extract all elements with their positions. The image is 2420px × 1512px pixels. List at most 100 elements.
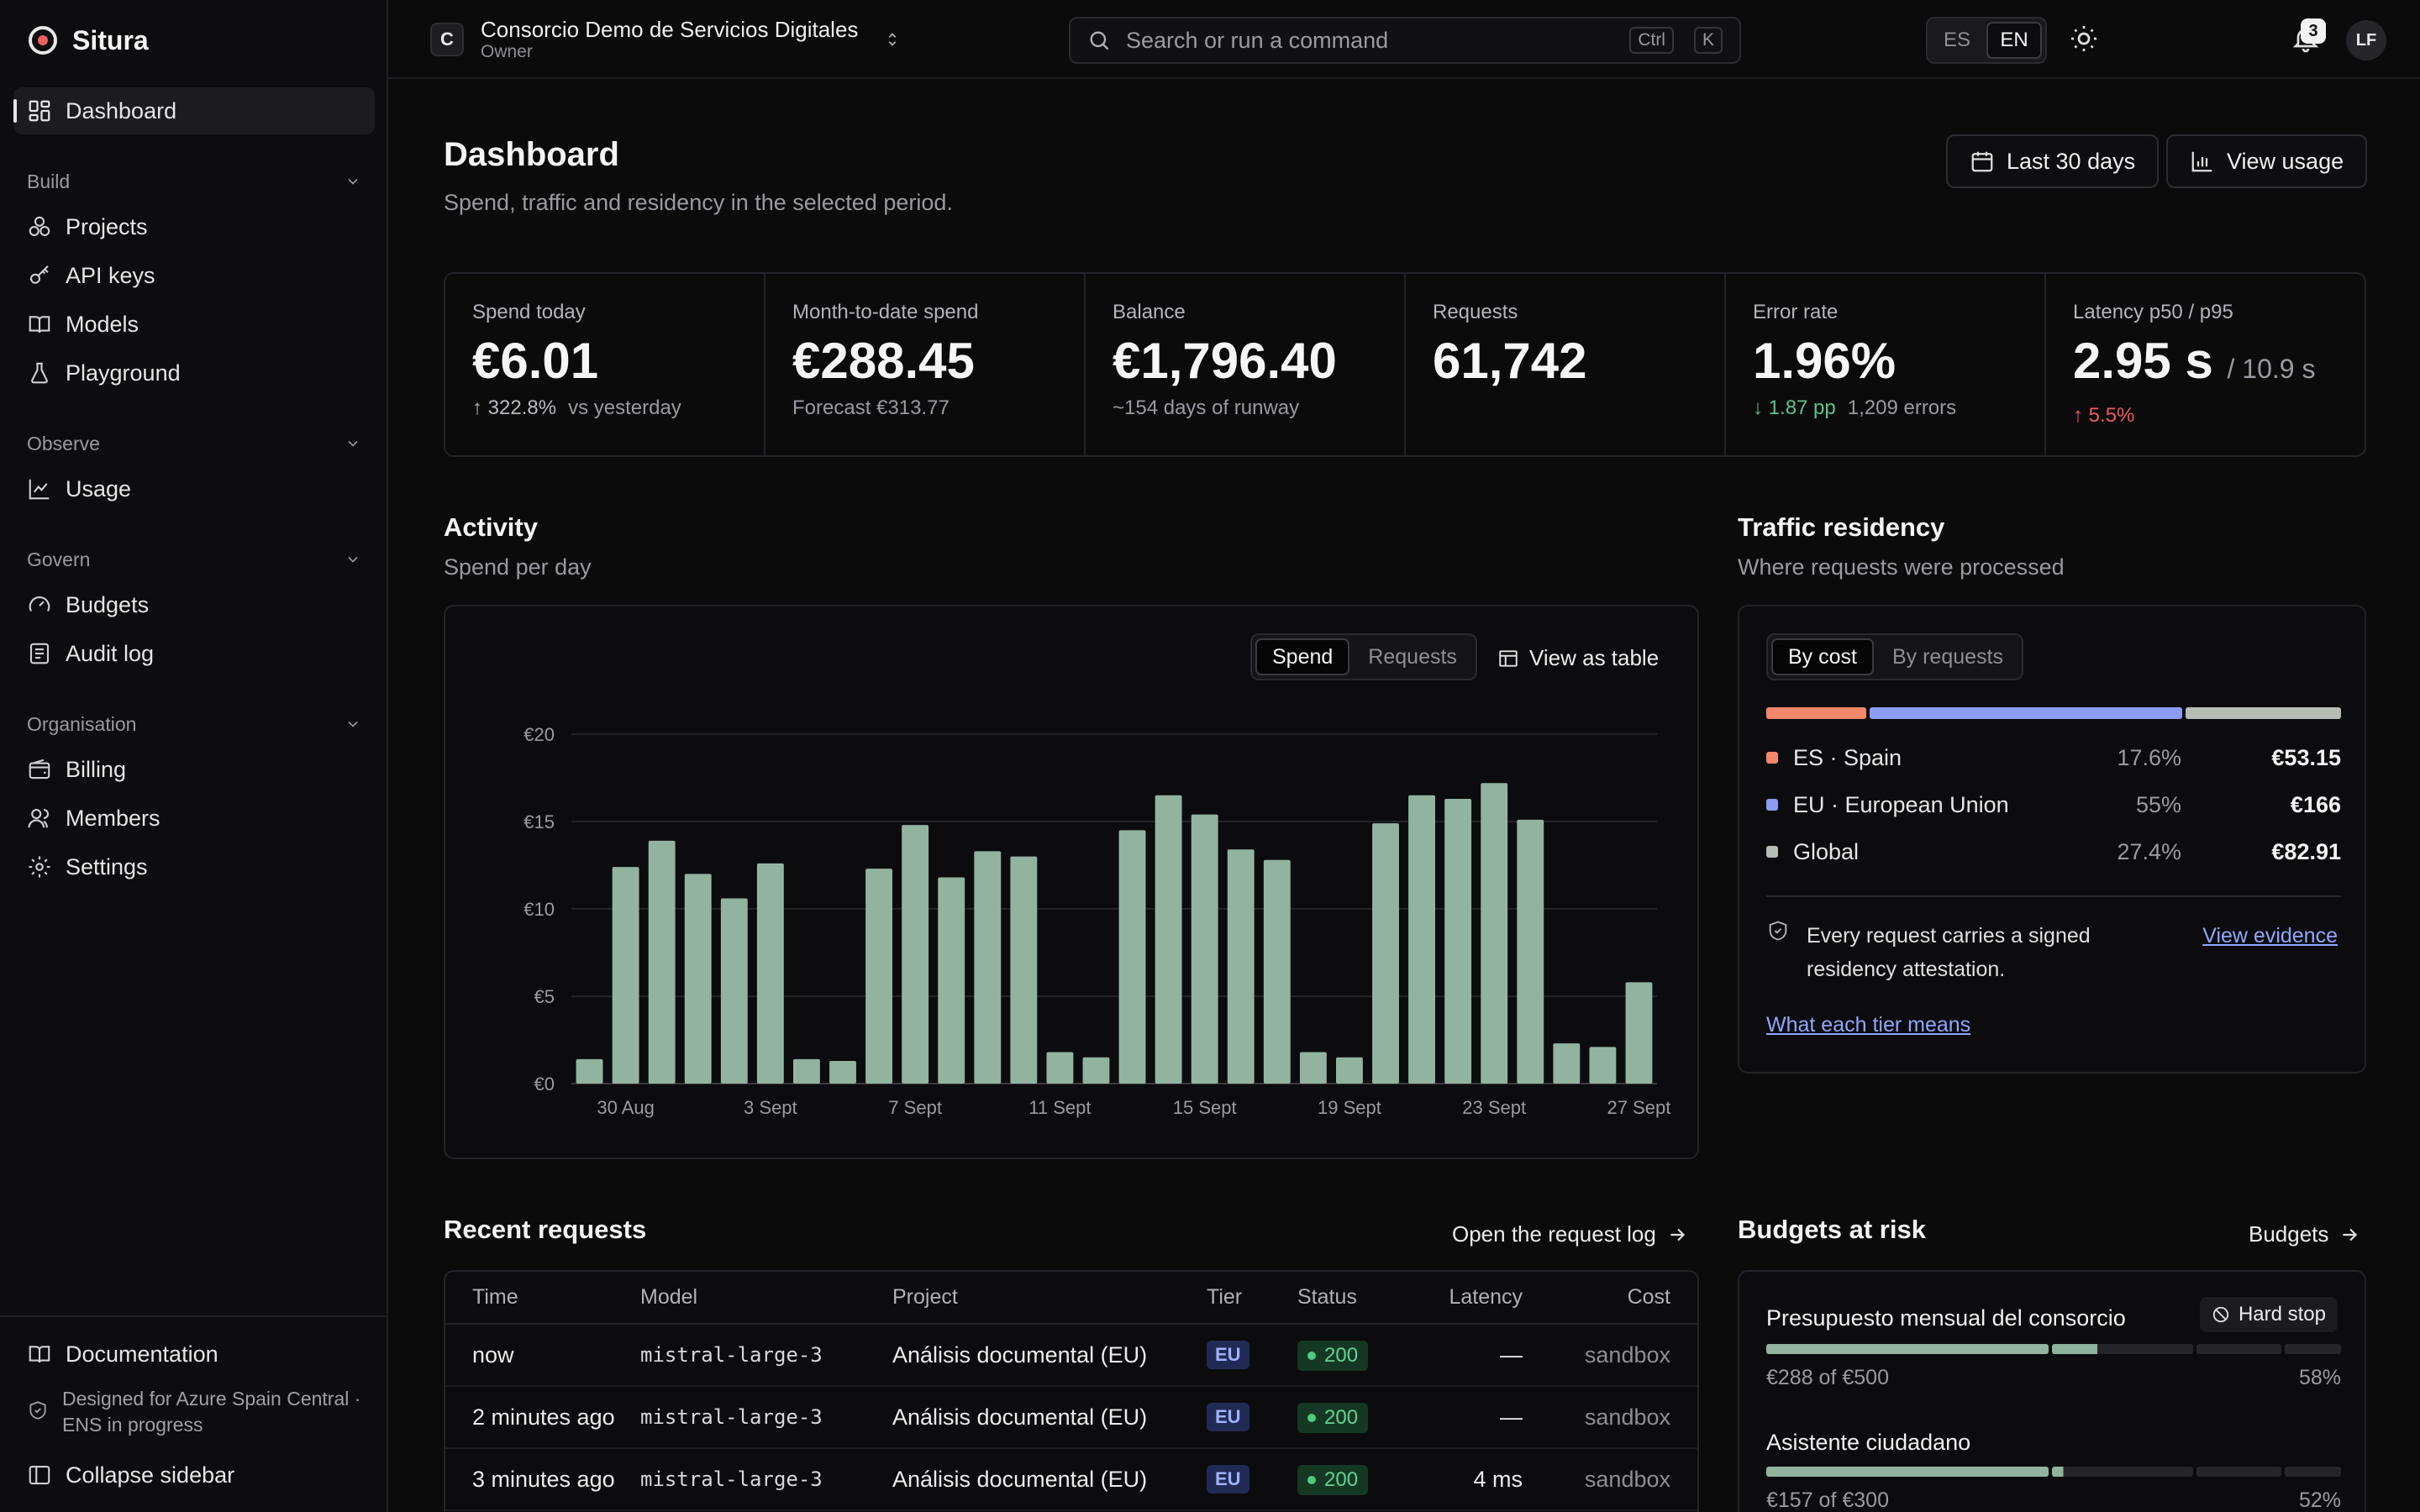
table-row[interactable]: 2 minutes ago mistral-large-3 Análisis d… (445, 1386, 1697, 1449)
topbar: C Consorcio Demo de Servicios Digitales … (388, 0, 2420, 79)
column-tier[interactable]: Tier (1207, 1272, 1297, 1325)
language-en-button[interactable]: EN (1986, 22, 2042, 59)
kpi-value: 61,742 (1433, 333, 1587, 389)
date-range-button[interactable]: Last 30 days (1946, 134, 2160, 188)
nav-group-organisation[interactable]: Organisation (27, 709, 361, 739)
column-status[interactable]: Status (1297, 1272, 1407, 1325)
bar-29-aug[interactable] (576, 1058, 603, 1084)
bar-2-sept[interactable] (720, 898, 748, 1084)
tab-by-cost[interactable]: By cost (1771, 638, 1874, 675)
bar-31-aug[interactable] (648, 840, 676, 1084)
nav-group-build[interactable]: Build (27, 166, 361, 197)
sidebar-panel-icon (29, 1465, 50, 1485)
bar-8-sept[interactable] (938, 877, 965, 1084)
hard-stop-label: Hard stop (2238, 1303, 2326, 1326)
collapse-sidebar-button[interactable]: Collapse sidebar (13, 1452, 375, 1499)
y-tick-label: €20 (523, 724, 555, 745)
column-project[interactable]: Project (892, 1272, 1207, 1325)
bar-17-sept[interactable] (1263, 859, 1291, 1084)
cell-tier: EU (1207, 1386, 1297, 1449)
sidebar-item-members[interactable]: Members (13, 795, 375, 842)
bar-10-sept[interactable] (1010, 856, 1038, 1084)
page-title: Dashboard (444, 136, 619, 173)
bar-25-sept[interactable] (1553, 1043, 1581, 1084)
key-icon (29, 265, 49, 284)
cell-latency: — (1407, 1386, 1533, 1449)
command-search[interactable]: Ctrl K (1069, 17, 1741, 64)
kpi-label: Latency p50 / p95 (2073, 301, 2233, 323)
bar-5-sept[interactable] (829, 1060, 856, 1084)
kpi-footer: ↑ 5.5% (2073, 404, 2338, 428)
view-evidence-link[interactable]: View evidence (2202, 924, 2338, 948)
sidebar-item-projects[interactable]: Projects (13, 203, 375, 250)
y-tick-label: €15 (523, 811, 555, 832)
bar-22-sept[interactable] (1444, 798, 1472, 1084)
kpi-latency: Latency p50 / p95 2.95 s / 10.9 s ↑ 5.5% (2046, 274, 2365, 455)
bar-19-sept[interactable] (1335, 1057, 1363, 1084)
nav-group-govern[interactable]: Govern (27, 544, 361, 575)
bar-11-sept[interactable] (1046, 1052, 1074, 1084)
cell-tier: EU (1207, 1448, 1297, 1511)
bar-20-sept[interactable] (1372, 823, 1399, 1084)
nav-group-observe[interactable]: Observe (27, 428, 361, 459)
view-usage-button[interactable]: View usage (2166, 134, 2368, 188)
gauge-icon (29, 596, 50, 612)
table-row[interactable]: now mistral-large-3 Análisis documental … (445, 1324, 1697, 1387)
column-model[interactable]: Model (640, 1272, 892, 1325)
bar-14-sept[interactable] (1155, 795, 1182, 1084)
bar-15-sept[interactable] (1191, 814, 1218, 1084)
bar-23-sept[interactable] (1481, 783, 1508, 1084)
kpi-delta: ↓ 1.87 pp (1753, 396, 1836, 419)
bar-6-sept[interactable] (865, 869, 893, 1084)
bar-18-sept[interactable] (1299, 1052, 1327, 1084)
sidebar-item-playground[interactable]: Playground (13, 349, 375, 396)
chevron-down-icon (348, 556, 358, 563)
bar-1-sept[interactable] (684, 874, 712, 1084)
bar-26-sept[interactable] (1589, 1047, 1617, 1084)
residency-share-bar (1766, 707, 2341, 719)
bar-3-sept[interactable] (756, 863, 784, 1084)
bar-24-sept[interactable] (1517, 819, 1544, 1084)
sidebar-item-dashboard[interactable]: Dashboard (13, 87, 375, 134)
tab-by-requests[interactable]: By requests (1877, 638, 2018, 675)
kpi-balance: Balance €1,796.40 ~154 days of runway (1086, 274, 1406, 455)
bar-4-sept[interactable] (792, 1058, 820, 1084)
bar-16-sept[interactable] (1227, 849, 1255, 1084)
sidebar-item-label: Billing (66, 756, 127, 782)
budgets-link-label: Budgets (2249, 1221, 2329, 1247)
column-time[interactable]: Time (445, 1272, 640, 1325)
org-name: Consorcio Demo de Servicios Digitales (481, 17, 859, 42)
column-latency[interactable]: Latency (1407, 1272, 1533, 1325)
search-input[interactable] (1126, 27, 1610, 54)
recent-requests-table: Time Model Project Tier Status Latency C… (445, 1272, 1697, 1511)
sidebar-item-usage[interactable]: Usage (13, 465, 375, 512)
sidebar-item-documentation[interactable]: Documentation (13, 1331, 375, 1378)
sidebar-item-label: Playground (66, 360, 181, 386)
kpi-footer: ~154 days of runway (1113, 396, 1377, 420)
sidebar-item-api-keys[interactable]: API keys (13, 252, 375, 299)
budgets-link[interactable]: Budgets (2249, 1221, 2360, 1247)
avatar[interactable]: LF (2346, 20, 2386, 60)
bar-12-sept[interactable] (1082, 1057, 1110, 1084)
sun-icon[interactable] (2069, 24, 2099, 54)
open-request-log-link[interactable]: Open the request log (1452, 1221, 1688, 1247)
kpi-footer: ↑ 322.8% vs yesterday (472, 396, 737, 420)
bar-21-sept[interactable] (1408, 795, 1436, 1084)
sidebar-item-billing[interactable]: Billing (13, 746, 375, 793)
residency-share-segment (1766, 707, 1866, 719)
brand[interactable]: Situra (29, 24, 149, 57)
org-switcher[interactable]: C Consorcio Demo de Servicios Digitales … (430, 17, 902, 62)
sidebar-item-budgets[interactable]: Budgets (13, 581, 375, 628)
bar-13-sept[interactable] (1118, 830, 1146, 1084)
sidebar-item-settings[interactable]: Settings (13, 843, 375, 890)
bar-27-sept[interactable] (1625, 982, 1653, 1084)
column-cost[interactable]: Cost (1533, 1272, 1697, 1325)
tier-info-link[interactable]: What each tier means (1766, 1013, 1970, 1037)
bar-7-sept[interactable] (902, 825, 929, 1084)
bar-9-sept[interactable] (974, 851, 1002, 1084)
sidebar-item-models[interactable]: Models (13, 301, 375, 348)
table-row[interactable]: 3 minutes ago mistral-large-3 Análisis d… (445, 1448, 1697, 1511)
language-es-button[interactable]: ES (1931, 22, 1983, 59)
sidebar-item-audit-log[interactable]: Audit log (13, 630, 375, 677)
bar-30-aug[interactable] (612, 867, 639, 1084)
